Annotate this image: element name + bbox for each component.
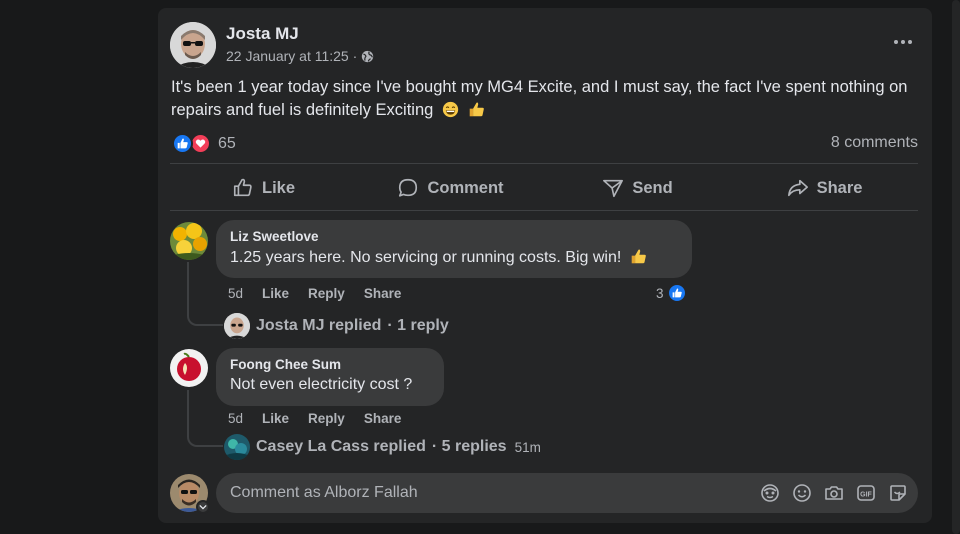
profile-switch-button[interactable] [196,500,210,514]
comment-author[interactable]: Foong Chee Sum [230,357,430,372]
thumbs-up-emoji [469,102,484,117]
thumbs-up-emoji [631,249,646,264]
comment-time[interactable]: 5d [228,411,243,426]
right-edge [932,0,960,534]
chevron-down-icon [199,504,207,510]
comment-like-button[interactable]: Like [262,286,289,301]
love-reaction-icon [190,133,211,154]
like-icon [233,178,252,197]
feed-background [0,0,158,534]
view-replies-link[interactable]: Josta MJ replied · 1 reply [224,313,449,339]
comment-share-button[interactable]: Share [364,286,402,301]
author-name[interactable]: Josta MJ [226,24,299,44]
comment-reaction-badge[interactable]: 3 [656,283,687,303]
comment-meta: 5d Like Reply Share [228,286,401,301]
send-icon [603,179,624,198]
sticker-icon[interactable] [888,483,908,503]
scrollbar[interactable] [952,0,960,534]
post-body: It's been 1 year today since I've bought… [171,76,921,122]
divider [170,210,918,211]
post-timestamp[interactable]: 22 January at 11:25 · [226,48,374,64]
commenter-avatar[interactable] [170,222,208,260]
comment-author[interactable]: Liz Sweetlove [230,229,678,244]
comment-bubble: Liz Sweetlove 1.25 years here. No servic… [216,220,692,278]
comment-meta: 5d Like Reply Share [228,411,401,426]
thread-line [187,262,223,326]
emoji-icon[interactable] [792,483,812,503]
more-options-button[interactable] [888,30,918,54]
like-reaction-icon [172,133,193,154]
timestamp-text[interactable]: 22 January at 11:25 · [226,48,357,64]
comment-like-count: 3 [656,285,664,301]
post-actions: Like Comment Send Share [170,166,918,210]
like-reaction-icon [666,283,687,303]
reply-count: · 5 replies [431,438,507,455]
reply-author: Casey La Cass replied [256,438,426,455]
share-label: Share [816,178,863,197]
svg-text:GIF: GIF [860,492,872,499]
comment-text: Not even electricity cost ? [230,376,413,393]
comment-time[interactable]: 5d [228,286,243,301]
reaction-count: 65 [218,134,236,152]
reply-time: 51m [514,439,541,455]
reply-author: Josta MJ replied [256,317,382,334]
comment-icon [399,178,418,197]
like-button[interactable]: Like [170,166,357,210]
thread-line [187,390,223,447]
comment-reply-button[interactable]: Reply [308,286,345,301]
grinning-face-emoji [442,101,459,118]
dot-icon [894,40,898,44]
comment-reply-button[interactable]: Reply [308,411,345,426]
camera-icon[interactable] [824,483,844,503]
replier-avatar [224,313,250,339]
share-button[interactable]: Share [731,166,918,210]
gif-icon[interactable]: GIF [856,483,876,503]
like-label: Like [261,178,296,197]
comment-bubble: Foong Chee Sum Not even electricity cost… [216,348,444,406]
reaction-summary[interactable]: 65 [172,133,236,154]
replier-avatar [224,434,250,460]
reply-count: · 1 reply [387,317,449,334]
comment-text: 1.25 years here. No servicing or running… [230,248,678,267]
commenter-avatar[interactable] [170,349,208,387]
send-button[interactable]: Send [544,166,731,210]
comment-text-content: 1.25 years here. No servicing or running… [230,249,622,266]
divider [170,163,918,164]
view-replies-link[interactable]: Casey La Cass replied · 5 replies 51m [224,434,541,460]
comment-label: Comment [427,178,504,197]
send-label: Send [632,178,673,197]
author-avatar[interactable] [170,22,216,68]
post-text: It's been 1 year today since I've bought… [171,78,908,119]
dot-icon [901,40,905,44]
comment-input[interactable] [230,473,730,513]
avatar-sticker-icon[interactable] [760,483,780,503]
comment-button[interactable]: Comment [357,166,544,210]
post-card: Josta MJ 22 January at 11:25 · It's been… [158,8,932,523]
comments-count[interactable]: 8 comments [831,134,918,152]
comment-composer[interactable]: GIF [216,473,918,513]
dot-icon [908,40,912,44]
composer-icons: GIF [760,483,908,503]
comment-share-button[interactable]: Share [364,411,402,426]
globe-icon [362,50,374,62]
comment-like-button[interactable]: Like [262,411,289,426]
share-icon [787,179,808,197]
